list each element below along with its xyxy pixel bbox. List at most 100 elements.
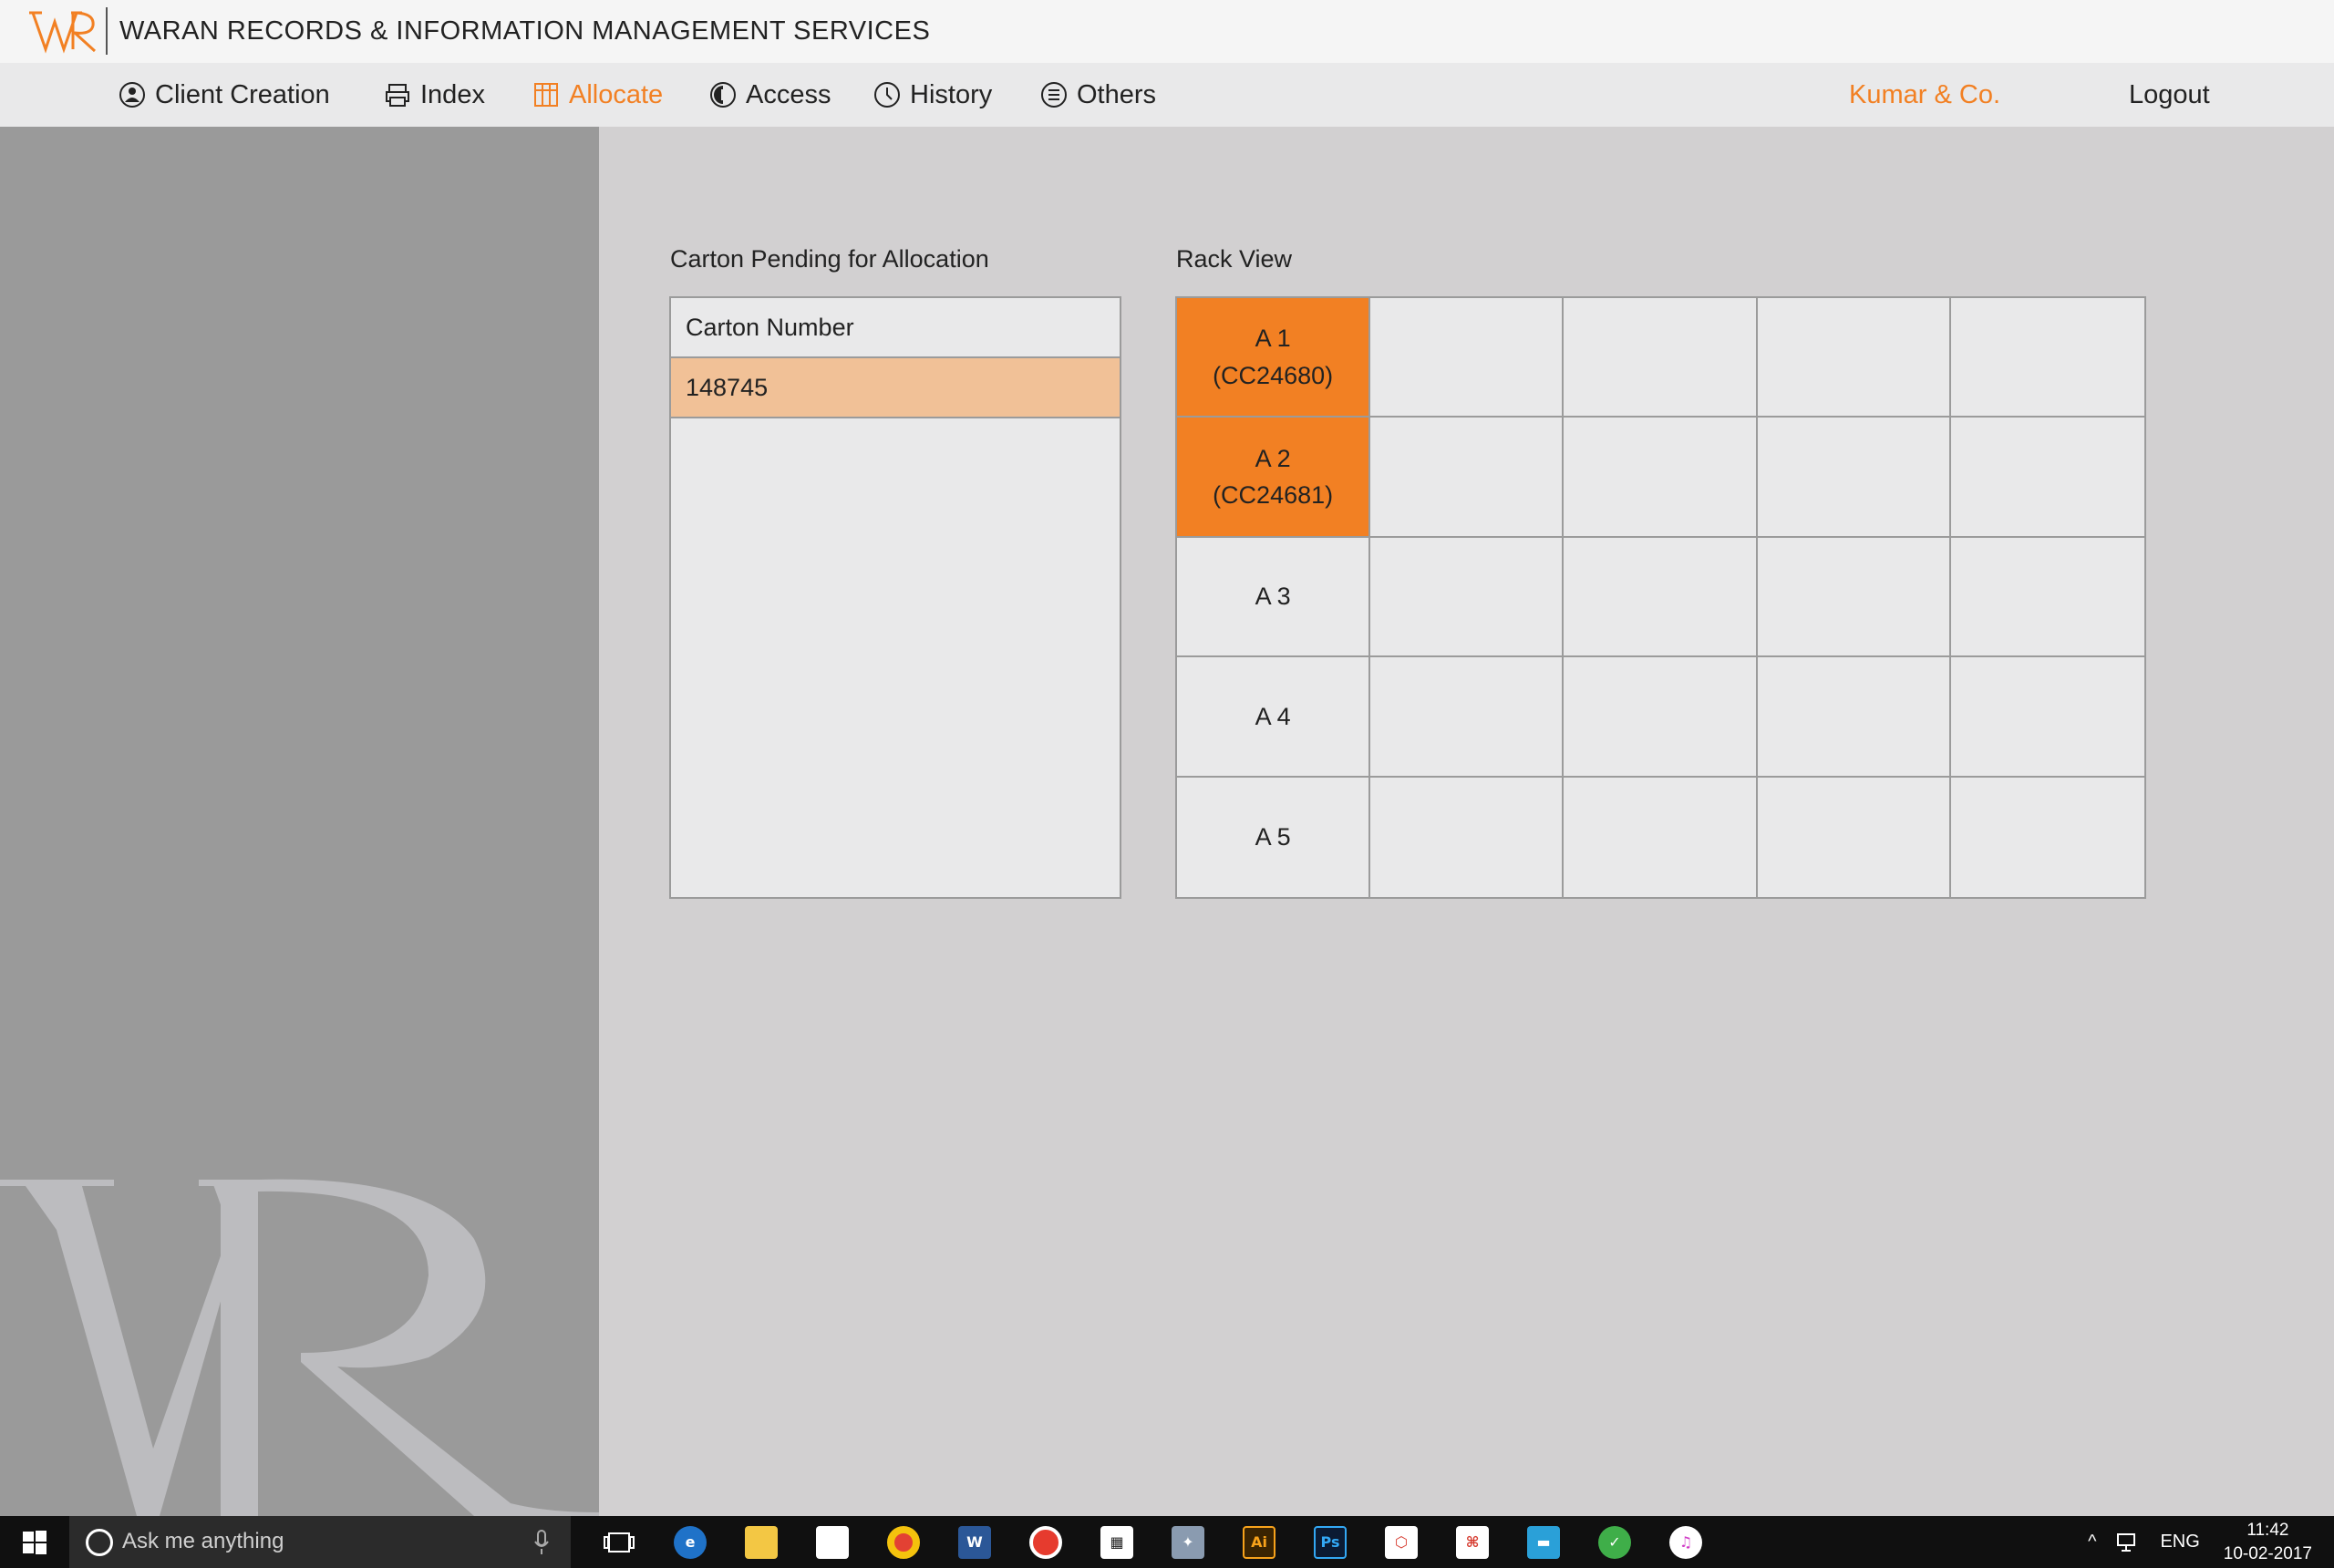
scanner-icon: ▬ <box>1527 1525 1560 1559</box>
rack-slot[interactable] <box>1370 418 1565 538</box>
nav-label: Allocate <box>569 79 664 109</box>
rack-label: A 2 <box>1255 444 1291 472</box>
rack-slot[interactable] <box>1564 657 1758 778</box>
nav-label: Others <box>1077 79 1157 109</box>
user-account-link[interactable]: Kumar & Co. <box>1849 63 2000 127</box>
carton-row[interactable]: 148745 <box>671 358 1120 418</box>
rack-carton-code: (CC24680) <box>1213 361 1334 389</box>
store-button[interactable] <box>797 1516 868 1568</box>
rack-view-title: Rack View <box>1176 245 1293 273</box>
microphone-icon[interactable] <box>532 1529 551 1556</box>
clock-icon <box>874 82 900 108</box>
nav-allocate[interactable]: Allocate <box>532 63 663 127</box>
photoshop-icon: Ps <box>1314 1525 1347 1559</box>
main-nav: Client Creation Index Allocate Access Hi… <box>0 63 2334 127</box>
logo-watermark <box>0 1179 599 1516</box>
rack-slot[interactable] <box>1564 777 1758 897</box>
rack-cell-a3[interactable]: A 3 <box>1177 537 1371 658</box>
carton-pending-list: Carton Number 148745 <box>669 296 1121 899</box>
cortana-icon <box>86 1529 113 1556</box>
list-icon <box>1041 82 1067 108</box>
system-tray: ^ ENG 11:42 10-02-2017 <box>2068 1516 2334 1568</box>
start-button[interactable] <box>0 1516 69 1568</box>
nav-label: Access <box>746 79 831 109</box>
rack-cell-a1[interactable]: A 1 (CC24680) <box>1177 298 1371 418</box>
clock-date: 10-02-2017 <box>2223 1543 2312 1563</box>
nav-label: Index <box>420 79 485 109</box>
rack-slot[interactable] <box>1370 537 1565 658</box>
music-icon: ♫ <box>1669 1525 1702 1559</box>
rack-icon <box>534 83 558 107</box>
rack-slot[interactable] <box>1370 657 1565 778</box>
recorder-button[interactable] <box>1010 1516 1081 1568</box>
rack-slot[interactable] <box>1564 418 1758 538</box>
nav-client-creation[interactable]: Client Creation <box>119 63 330 127</box>
nav-history[interactable]: History <box>873 63 992 127</box>
task-view-button[interactable] <box>584 1516 655 1568</box>
pdf-viewer-button[interactable]: ⬡ <box>1366 1516 1437 1568</box>
chrome-icon <box>887 1525 920 1559</box>
acrobat-button[interactable]: ⌘ <box>1437 1516 1508 1568</box>
rack-slot[interactable] <box>1950 418 2144 538</box>
app-button[interactable]: ✦ <box>1152 1516 1224 1568</box>
network-icon[interactable] <box>2116 1532 2140 1553</box>
itunes-button[interactable]: ♫ <box>1650 1516 1721 1568</box>
clock[interactable]: 11:42 10-02-2017 <box>2224 1519 2312 1565</box>
rack-slot[interactable] <box>1758 777 1951 897</box>
nav-access[interactable]: Access <box>709 63 831 127</box>
language-indicator[interactable]: ENG <box>2160 1532 2199 1553</box>
photoshop-button[interactable]: Ps <box>1295 1516 1366 1568</box>
rack-slot[interactable] <box>1757 657 1951 778</box>
rack-slot[interactable] <box>1370 298 1565 418</box>
windows-taskbar: Ask me anything e W ▦ ✦ Ai Ps ⬡ ⌘ ▬ ✓ ♫ … <box>0 1516 2334 1568</box>
green-app-icon: ✓ <box>1598 1525 1631 1559</box>
app-header: WARAN RECORDS & INFORMATION MANAGEMENT S… <box>0 0 2334 63</box>
search-placeholder: Ask me anything <box>122 1529 284 1553</box>
sidebar <box>0 127 599 1516</box>
carton-pending-title: Carton Pending for Allocation <box>670 245 989 273</box>
windows-icon <box>23 1530 46 1554</box>
app-green-button[interactable]: ✓ <box>1579 1516 1650 1568</box>
logo-divider <box>106 7 108 55</box>
rack-cell-a5[interactable]: A 5 <box>1177 777 1371 897</box>
rack-view-grid: A 1 (CC24680) A 2 (CC24681) A 3 A 4 A 5 <box>1175 296 2146 899</box>
rack-slot[interactable] <box>1950 298 2144 418</box>
rack-label: A 5 <box>1255 823 1291 851</box>
rack-slot[interactable] <box>1757 418 1951 538</box>
scanner-button[interactable]: ▬ <box>1508 1516 1579 1568</box>
access-icon <box>710 82 736 108</box>
rack-slot[interactable] <box>1757 298 1951 418</box>
rack-slot[interactable] <box>1951 778 2144 897</box>
pdf-icon: ⬡ <box>1385 1525 1418 1559</box>
rack-cell-a2[interactable]: A 2 (CC24681) <box>1177 418 1371 538</box>
rack-slot[interactable] <box>1757 537 1951 658</box>
logout-button[interactable]: Logout <box>2129 63 2210 127</box>
word-button[interactable]: W <box>939 1516 1010 1568</box>
pinned-apps: e W ▦ ✦ Ai Ps ⬡ ⌘ ▬ ✓ ♫ <box>584 1516 1721 1568</box>
rack-slot[interactable] <box>1370 777 1565 897</box>
taskbar-search[interactable]: Ask me anything <box>69 1516 571 1568</box>
clock-time: 11:42 <box>2246 1520 2289 1540</box>
calculator-button[interactable]: ▦ <box>1081 1516 1152 1568</box>
word-icon: W <box>958 1525 991 1559</box>
rack-slot[interactable] <box>1950 538 2144 658</box>
file-explorer-button[interactable] <box>726 1516 797 1568</box>
chevron-up-icon[interactable]: ^ <box>2088 1532 2096 1553</box>
rack-slot[interactable] <box>1564 537 1758 658</box>
edge-icon: e <box>674 1525 707 1559</box>
rack-slot[interactable] <box>1564 298 1758 418</box>
chrome-button[interactable] <box>868 1516 939 1568</box>
rack-carton-code: (CC24681) <box>1213 481 1334 510</box>
store-icon <box>816 1525 849 1559</box>
task-view-icon <box>604 1532 635 1553</box>
acrobat-icon: ⌘ <box>1456 1525 1489 1559</box>
rack-slot[interactable] <box>1950 657 2144 778</box>
company-logo <box>29 11 97 54</box>
nav-index[interactable]: Index <box>384 63 485 127</box>
edge-button[interactable]: e <box>655 1516 726 1568</box>
illustrator-button[interactable]: Ai <box>1224 1516 1295 1568</box>
nav-others[interactable]: Others <box>1040 63 1156 127</box>
rack-label: A 3 <box>1255 583 1291 611</box>
carton-number-header: Carton Number <box>671 298 1120 358</box>
rack-cell-a4[interactable]: A 4 <box>1177 657 1371 778</box>
